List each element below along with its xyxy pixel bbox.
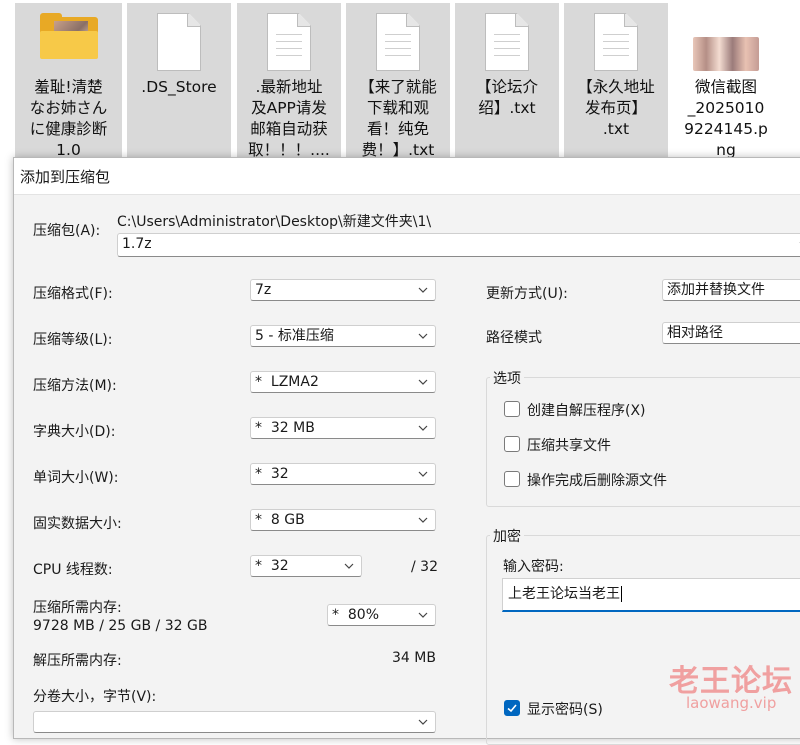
update-value: 添加并替换文件 — [667, 282, 765, 298]
level-value: 5 - 标准压缩 — [255, 328, 334, 344]
text-file-icon — [594, 13, 638, 71]
show-password-label[interactable]: 显示密码(S) — [527, 699, 603, 719]
file-name: .最新地址 及APP请发 邮箱自动获 取！！！.... — [248, 78, 330, 159]
shared-files-label[interactable]: 压缩共享文件 — [527, 435, 611, 455]
volume-combo[interactable] — [33, 711, 436, 733]
method-value: * LZMA2 — [255, 374, 319, 390]
password-label: 输入密码: — [503, 559, 564, 575]
cpu-total: / 32 — [411, 559, 438, 575]
chevron-down-icon — [417, 514, 429, 526]
blank-file-icon — [157, 13, 201, 71]
chevron-down-icon — [343, 560, 355, 572]
chevron-down-icon — [417, 284, 429, 296]
file-name: .DS_Store — [141, 78, 217, 96]
sfx-label[interactable]: 创建自解压程序(X) — [527, 400, 646, 420]
format-value: 7z — [255, 282, 272, 298]
method-select[interactable]: * LZMA2 — [250, 371, 436, 393]
file-name: 微信截图 _2025010 9224145.p ng — [684, 78, 768, 159]
options-title: 选项 — [490, 368, 524, 388]
desktop-file-strip: 羞耻!清楚 なお姉さん に健康診断 1.0 .DS_Store .最新地址 及A… — [0, 0, 800, 160]
word-value: * 32 — [255, 466, 289, 482]
dialog-titlebar[interactable]: 添加到压缩包 — [14, 158, 800, 195]
path-select[interactable]: 相对路径 — [662, 322, 800, 344]
chevron-down-icon — [417, 468, 429, 480]
level-label: 压缩等级(L): — [33, 332, 113, 348]
watermark-url: laowang.vip — [686, 694, 777, 712]
file-name: 羞耻!清楚 なお姉さん に健康診断 1.0 — [29, 78, 108, 159]
path-label: 路径模式 — [486, 330, 542, 346]
chevron-down-icon — [417, 609, 429, 621]
desktop-file-forum-intro[interactable]: 【论坛介 绍】.txt — [455, 3, 559, 160]
sfx-checkbox[interactable] — [504, 401, 520, 417]
method-label: 压缩方法(M): — [33, 378, 117, 394]
archive-label: 压缩包(A): — [33, 223, 101, 239]
desktop-file-folder[interactable]: 羞耻!清楚 なお姉さん に健康診断 1.0 — [15, 3, 122, 160]
cpu-label: CPU 线程数: — [33, 562, 113, 578]
file-name: 【永久地址 发布页】 .txt — [577, 78, 655, 138]
checkmark-icon — [507, 704, 517, 713]
word-label: 单词大小(W): — [33, 470, 119, 486]
cpu-select[interactable]: * 32 — [250, 555, 362, 577]
mem-decomp-value: 34 MB — [392, 650, 436, 666]
text-file-icon — [485, 13, 529, 71]
password-value: 上老王论坛当老王 — [508, 586, 620, 602]
volume-label: 分卷大小，字节(V): — [33, 689, 157, 705]
update-label: 更新方式(U): — [486, 286, 568, 302]
desktop-file-latest-address[interactable]: .最新地址 及APP请发 邮箱自动获 取！！！.... — [237, 3, 341, 160]
mem-decomp-label: 解压所需内存: — [33, 653, 122, 669]
word-select[interactable]: * 32 — [250, 463, 436, 485]
dict-value: * 32 MB — [255, 420, 315, 436]
desktop-file-wechat-screenshot[interactable]: 微信截图 _2025010 9224145.p ng — [674, 3, 778, 160]
chevron-down-icon — [417, 330, 429, 342]
level-select[interactable]: 5 - 标准压缩 — [250, 325, 436, 347]
password-input[interactable]: 上老王论坛当老王 — [502, 578, 800, 612]
solid-value: * 8 GB — [255, 512, 305, 528]
chevron-down-icon — [417, 422, 429, 434]
dialog-title: 添加到压缩包 — [20, 168, 111, 186]
image-thumbnail-icon — [693, 37, 759, 71]
archive-path: C:\Users\Administrator\Desktop\新建文件夹\1\ — [117, 214, 432, 230]
format-select[interactable]: 7z — [250, 279, 436, 301]
delete-source-label[interactable]: 操作完成后删除源文件 — [527, 470, 667, 490]
text-file-icon — [267, 13, 311, 71]
cpu-value: * 32 — [255, 558, 289, 574]
update-select[interactable]: 添加并替换文件 — [662, 279, 800, 301]
desktop-file-permanent-address[interactable]: 【永久地址 发布页】 .txt — [564, 3, 668, 160]
shared-files-checkbox[interactable] — [504, 436, 520, 452]
dict-label: 字典大小(D): — [33, 424, 116, 440]
add-to-archive-dialog: 添加到压缩包 压缩包(A): C:\Users\Administrator\De… — [13, 157, 800, 745]
archive-name-value: 1.7z — [122, 236, 152, 252]
solid-label: 固实数据大小: — [33, 516, 122, 532]
desktop-file-free-download[interactable]: 【来了就能 下载和观 看！纯免 费！】.txt — [346, 3, 450, 160]
show-password-checkbox[interactable] — [504, 700, 520, 716]
mem-comp-label: 压缩所需内存: — [33, 600, 122, 616]
path-value: 相对路径 — [667, 325, 723, 341]
file-name: 【来了就能 下载和观 看！纯免 费！】.txt — [359, 78, 437, 159]
solid-select[interactable]: * 8 GB — [250, 509, 436, 531]
chevron-down-icon — [417, 376, 429, 388]
format-label: 压缩格式(F): — [33, 286, 113, 302]
mem-percent-value: * 80% — [332, 607, 380, 623]
mem-comp-value: 9728 MB / 25 GB / 32 GB — [33, 618, 208, 634]
mem-percent-select[interactable]: * 80% — [327, 604, 436, 626]
desktop-file-ds-store[interactable]: .DS_Store — [127, 3, 231, 160]
text-file-icon — [376, 13, 420, 71]
chevron-down-icon — [417, 716, 429, 728]
encryption-title: 加密 — [490, 526, 524, 546]
dict-select[interactable]: * 32 MB — [250, 417, 436, 439]
text-caret — [621, 586, 622, 602]
folder-with-image-icon — [39, 13, 98, 59]
archive-name-combo[interactable]: 1.7z — [117, 233, 800, 257]
delete-source-checkbox[interactable] — [504, 471, 520, 487]
file-name: 【论坛介 绍】.txt — [475, 78, 538, 117]
